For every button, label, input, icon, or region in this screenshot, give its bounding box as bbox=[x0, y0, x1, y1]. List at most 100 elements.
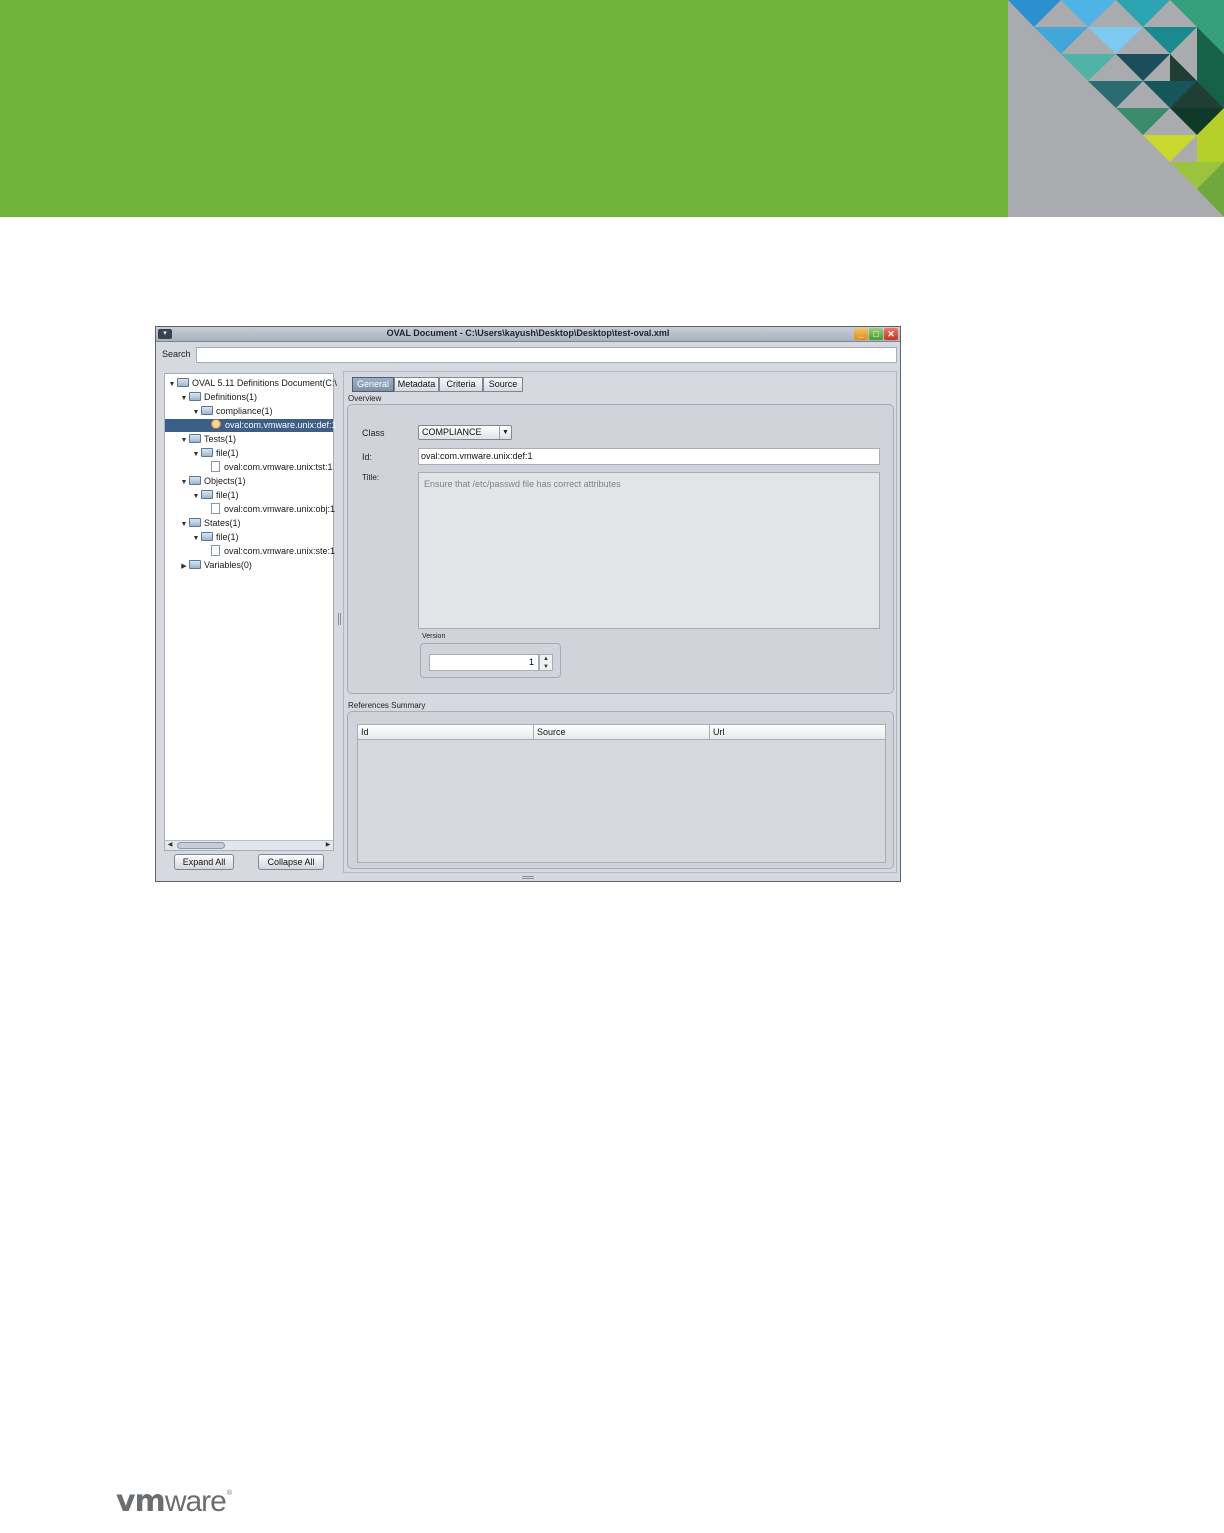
tree-item-label: States(1) bbox=[204, 518, 241, 528]
expand-toggle-icon[interactable]: ▼ bbox=[179, 518, 189, 531]
tree-item-label: Tests(1) bbox=[204, 434, 237, 444]
expand-toggle-icon[interactable]: ▼ bbox=[179, 392, 189, 405]
tree-item-object[interactable]: oval:com.vmware.unix:obj:1 bbox=[211, 503, 335, 516]
scrollbar-thumb[interactable] bbox=[177, 842, 225, 849]
logo-registered-mark: ® bbox=[226, 1490, 232, 1497]
bottom-splitter-grip-icon[interactable] bbox=[522, 876, 534, 879]
tab-metadata[interactable]: Metadata bbox=[394, 377, 439, 392]
tree-item-label: oval:com.vmware.unix:tst:1 bbox=[224, 462, 333, 472]
column-header-source[interactable]: Source bbox=[534, 725, 710, 740]
collapse-toggle-icon[interactable]: ▶ bbox=[179, 560, 189, 573]
search-input[interactable] bbox=[196, 347, 897, 363]
class-select-value: COMPLIANCE bbox=[422, 427, 482, 437]
title-textarea[interactable]: Ensure that /etc/passwd file has correct… bbox=[418, 472, 880, 629]
overview-group-label: Overview bbox=[348, 394, 382, 403]
expand-all-button[interactable]: Expand All bbox=[174, 854, 234, 870]
version-group: 1 ▲ ▼ bbox=[420, 643, 561, 678]
tree-item-state[interactable]: oval:com.vmware.unix:ste:1 bbox=[211, 545, 335, 558]
folder-icon bbox=[189, 518, 201, 527]
logo-text-bold: vm bbox=[116, 1484, 166, 1519]
folder-icon bbox=[201, 448, 213, 457]
file-icon bbox=[211, 545, 220, 556]
overview-group: Class COMPLIANCE ▼ Id: oval:com.vmware.u… bbox=[347, 404, 894, 694]
close-icon[interactable]: ✕ bbox=[884, 328, 898, 340]
maximize-icon[interactable]: □ bbox=[869, 328, 883, 340]
tab-source[interactable]: Source bbox=[483, 377, 523, 392]
tree-horizontal-scrollbar[interactable]: ◀ ▶ bbox=[165, 840, 333, 850]
tree-item-test[interactable]: oval:com.vmware.unix:tst:1 bbox=[211, 461, 333, 474]
tree-item-compliance[interactable]: ▼ compliance(1) bbox=[191, 405, 273, 418]
references-group-label: References Summary bbox=[348, 701, 426, 710]
tree-item-states[interactable]: ▼ States(1) bbox=[179, 517, 241, 530]
expand-toggle-icon[interactable]: ▼ bbox=[167, 378, 177, 391]
tree-item-label: Variables(0) bbox=[204, 560, 252, 570]
title-label: Title: bbox=[362, 473, 380, 482]
tree-item-label: OVAL 5.11 Definitions Document(C:\ bbox=[192, 378, 337, 388]
vmware-logo: vmware® bbox=[116, 1484, 232, 1519]
folder-icon bbox=[201, 532, 213, 541]
header-banner bbox=[0, 0, 1224, 217]
folder-icon bbox=[189, 392, 201, 401]
references-table[interactable]: Id Source Url bbox=[357, 724, 886, 863]
file-icon bbox=[211, 503, 220, 514]
search-label: Search bbox=[162, 349, 191, 359]
references-group: Id Source Url bbox=[347, 711, 894, 869]
version-spinner[interactable]: ▲ ▼ bbox=[539, 654, 553, 671]
tree-item-label: oval:com.vmware.unix:def:1 bbox=[225, 420, 337, 430]
banner-green-band bbox=[0, 0, 1010, 217]
tree-item-label: file(1) bbox=[216, 448, 239, 458]
tree-item-definitions[interactable]: ▼ Definitions(1) bbox=[179, 391, 257, 404]
scroll-right-icon[interactable]: ▶ bbox=[323, 841, 333, 850]
folder-icon bbox=[189, 476, 201, 485]
scroll-left-icon[interactable]: ◀ bbox=[165, 841, 175, 850]
expand-toggle-icon[interactable]: ▼ bbox=[191, 448, 201, 461]
oval-document-window: ▾ OVAL Document - C:\Users\kayush\Deskto… bbox=[155, 326, 901, 882]
minimize-icon[interactable]: _ bbox=[854, 328, 868, 340]
banner-triangle-art bbox=[1008, 0, 1224, 217]
tree-item-label: Objects(1) bbox=[204, 476, 246, 486]
tree-item-tests-file[interactable]: ▼ file(1) bbox=[191, 447, 239, 460]
expand-toggle-icon[interactable]: ▼ bbox=[191, 532, 201, 545]
spin-down-icon[interactable]: ▼ bbox=[540, 663, 552, 671]
definition-icon bbox=[211, 419, 221, 429]
expand-toggle-icon[interactable]: ▼ bbox=[179, 434, 189, 447]
tree-item-objects-file[interactable]: ▼ file(1) bbox=[191, 489, 239, 502]
id-label: Id: bbox=[362, 452, 373, 462]
class-select[interactable]: COMPLIANCE ▼ bbox=[418, 425, 512, 440]
tree-item-states-file[interactable]: ▼ file(1) bbox=[191, 531, 239, 544]
tree-item-tests[interactable]: ▼ Tests(1) bbox=[179, 433, 236, 446]
window-title: OVAL Document - C:\Users\kayush\Desktop\… bbox=[386, 328, 670, 338]
id-field[interactable]: oval:com.vmware.unix:def:1 bbox=[418, 448, 880, 465]
spin-up-icon[interactable]: ▲ bbox=[540, 655, 552, 663]
expand-toggle-icon[interactable]: ▼ bbox=[191, 406, 201, 419]
folder-icon bbox=[189, 434, 201, 443]
version-field[interactable]: 1 bbox=[429, 654, 539, 671]
folder-icon bbox=[201, 406, 213, 415]
tree-item-label: compliance(1) bbox=[216, 406, 273, 416]
chevron-down-icon[interactable]: ▼ bbox=[499, 426, 511, 439]
tree-item-variables[interactable]: ▶ Variables(0) bbox=[179, 559, 252, 572]
folder-icon bbox=[189, 560, 201, 569]
column-header-url[interactable]: Url bbox=[710, 725, 885, 740]
expand-toggle-icon[interactable]: ▼ bbox=[179, 476, 189, 489]
tab-general[interactable]: General bbox=[352, 377, 394, 392]
collapse-all-button[interactable]: Collapse All bbox=[258, 854, 324, 870]
tree-item-label: file(1) bbox=[216, 532, 239, 542]
version-label: Version bbox=[422, 633, 446, 640]
document-tree[interactable]: ▼ OVAL 5.11 Definitions Document(C:\ ▼ Def… bbox=[164, 373, 337, 851]
splitter-grip-icon[interactable] bbox=[338, 613, 341, 625]
tree-item-label: oval:com.vmware.unix:ste:1 bbox=[224, 546, 336, 556]
folder-icon bbox=[177, 378, 189, 387]
tree-item-objects[interactable]: ▼ Objects(1) bbox=[179, 475, 246, 488]
file-icon bbox=[211, 461, 220, 472]
tree-item-label: file(1) bbox=[216, 490, 239, 500]
tree-item-definition-selected[interactable]: oval:com.vmware.unix:def:1 bbox=[165, 419, 337, 432]
logo-text-regular: ware bbox=[164, 1485, 227, 1518]
tab-criteria[interactable]: Criteria bbox=[439, 377, 483, 392]
column-header-id[interactable]: Id bbox=[358, 725, 534, 740]
class-label: Class bbox=[362, 428, 385, 438]
window-titlebar[interactable]: ▾ OVAL Document - C:\Users\kayush\Deskto… bbox=[156, 327, 900, 342]
expand-toggle-icon[interactable]: ▼ bbox=[191, 490, 201, 503]
tree-item-document-root[interactable]: ▼ OVAL 5.11 Definitions Document(C:\ bbox=[167, 377, 337, 390]
folder-icon bbox=[201, 490, 213, 499]
